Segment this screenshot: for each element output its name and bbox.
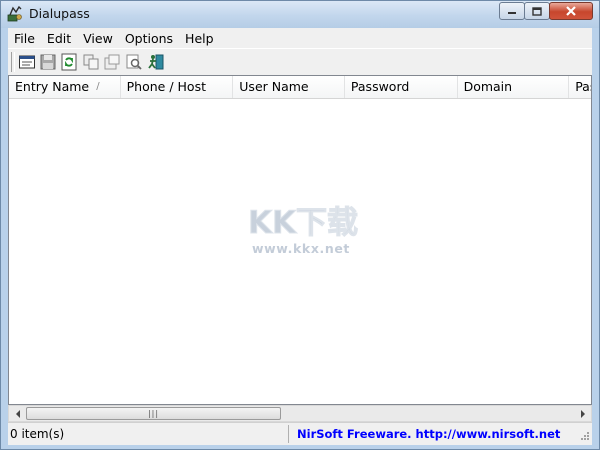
horizontal-scrollbar[interactable]: ||| <box>8 405 592 422</box>
menu-file[interactable]: File <box>8 31 41 46</box>
column-domain[interactable]: Domain <box>458 76 570 98</box>
column-label: Pas <box>575 79 591 94</box>
scroll-right-button[interactable] <box>574 406 591 421</box>
menu-edit[interactable]: Edit <box>41 31 77 46</box>
status-bar: 0 item(s) NirSoft Freeware. http://www.n… <box>8 422 592 445</box>
column-entry-name[interactable]: Entry Name / <box>9 76 121 98</box>
column-label: Entry Name <box>15 79 90 94</box>
arrow-right-icon <box>580 409 585 418</box>
status-divider <box>288 425 289 443</box>
scroll-thumb[interactable]: ||| <box>26 407 281 420</box>
minimize-icon <box>508 12 516 14</box>
title-bar[interactable]: Dialupass <box>1 1 599 28</box>
column-phone-host[interactable]: Phone / Host <box>121 76 234 98</box>
column-password[interactable]: Password <box>345 76 458 98</box>
find-icon[interactable] <box>125 53 143 71</box>
menu-help[interactable]: Help <box>179 31 220 46</box>
refresh-icon[interactable] <box>60 53 78 71</box>
nirsoft-link[interactable]: NirSoft Freeware. http://www.nirsoft.net <box>297 426 560 442</box>
toolbar-grip[interactable] <box>11 52 15 72</box>
arrow-left-icon <box>15 409 20 418</box>
column-label: Phone / Host <box>126 79 206 94</box>
copy-icon[interactable] <box>82 53 100 71</box>
watermark-url: www.kkx.net <box>252 241 350 256</box>
watermark-logo: KK下载 www.kkx.net <box>248 205 359 257</box>
toolbar <box>8 48 592 75</box>
app-window: Dialupass File Edit View Options Help En… <box>0 0 600 450</box>
close-icon <box>566 6 576 16</box>
properties-icon[interactable] <box>18 53 36 71</box>
column-label: User Name <box>239 79 309 94</box>
menu-view[interactable]: View <box>77 31 119 46</box>
resize-grip-icon[interactable] <box>578 431 590 443</box>
caption-buttons <box>499 2 593 21</box>
column-user-name[interactable]: User Name <box>233 76 345 98</box>
close-button[interactable] <box>549 2 593 20</box>
window-title: Dialupass <box>29 6 90 21</box>
column-label: Password <box>350 79 410 94</box>
menu-bar: File Edit View Options Help <box>8 28 592 48</box>
scroll-left-button[interactable] <box>9 406 26 421</box>
exit-icon[interactable] <box>147 53 165 71</box>
minimize-button[interactable] <box>499 2 525 20</box>
column-password-2[interactable]: Pas <box>569 76 591 98</box>
watermark-logo-text: KK下载 <box>248 205 358 241</box>
html-report-icon[interactable] <box>103 53 121 71</box>
app-icon <box>7 6 22 22</box>
entries-list[interactable]: Entry Name / Phone / Host User Name Pass… <box>8 75 592 405</box>
maximize-icon <box>532 6 542 16</box>
menu-options[interactable]: Options <box>119 31 179 46</box>
column-label: Domain <box>463 79 513 94</box>
sort-indicator: / <box>96 81 100 92</box>
list-header: Entry Name / Phone / Host User Name Pass… <box>9 76 591 99</box>
item-count: 0 item(s) <box>10 427 65 441</box>
maximize-button[interactable] <box>524 2 550 20</box>
save-icon[interactable] <box>39 53 57 71</box>
